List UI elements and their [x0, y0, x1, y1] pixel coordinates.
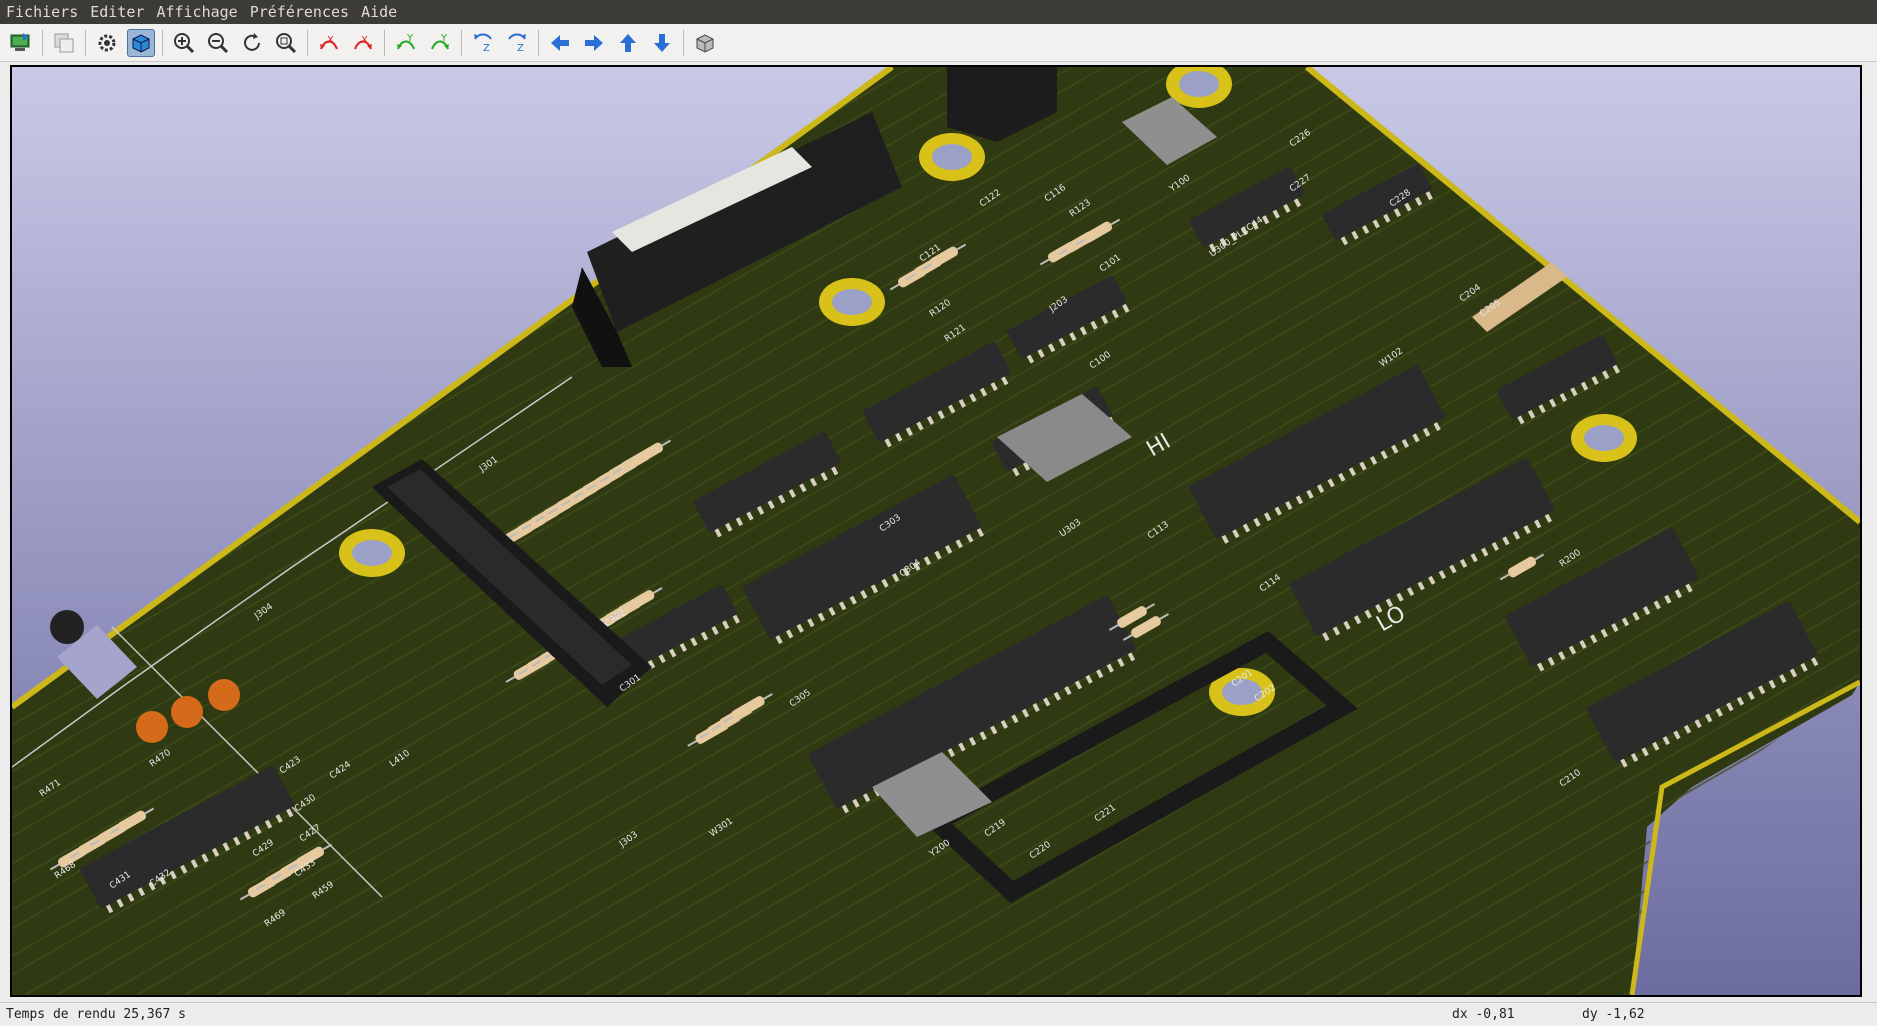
mounting-hole: [919, 133, 985, 181]
toolbar-separator: [42, 29, 43, 56]
redraw-icon[interactable]: [238, 29, 266, 57]
mounting-hole: [339, 529, 405, 577]
rotate-y-ccw-icon[interactable]: Y: [426, 29, 454, 57]
rotate-x-ccw-icon[interactable]: X: [349, 29, 377, 57]
dy-status: dy -1,62: [1582, 1007, 1645, 1022]
svg-text:Z: Z: [483, 43, 490, 54]
menu-fichiers[interactable]: Fichiers: [0, 3, 84, 21]
render-time-status: Temps de rendu 25,367 s: [6, 1007, 187, 1022]
toolbar-separator: [538, 29, 539, 56]
pcb-render: J203J304U303U300_PLCC44HILOY100Y200W102W…: [12, 67, 1860, 995]
toolbar: X X Y Y Z Z: [0, 24, 1877, 62]
menu-preferences[interactable]: Préférences: [244, 3, 355, 21]
dx-status: dx -0,81: [1452, 1007, 1515, 1022]
capacitor: [136, 711, 168, 743]
menu-editer[interactable]: Editer: [84, 3, 150, 21]
move-left-icon[interactable]: [546, 29, 574, 57]
status-bar: Temps de rendu 25,367 s dx -0,81 dy -1,6…: [0, 1002, 1877, 1026]
3d-viewport[interactable]: J203 J304 U303 U300_PLCC44 HI LO Y100 Y200 W102 W…: [10, 65, 1862, 997]
copy-image-icon[interactable]: [50, 29, 78, 57]
toolbar-separator: [162, 29, 163, 56]
capacitor: [171, 696, 203, 728]
svg-text:X: X: [327, 35, 334, 46]
svg-text:X: X: [361, 35, 368, 46]
rotate-x-cw-icon[interactable]: X: [315, 29, 343, 57]
toolbar-separator: [384, 29, 385, 56]
zoom-fit-icon[interactable]: [272, 29, 300, 57]
toolbar-separator: [683, 29, 684, 56]
raytracing-toggle-icon[interactable]: [127, 28, 155, 57]
mounting-hole: [1571, 414, 1637, 462]
mounting-hole: [819, 278, 885, 326]
ortho-view-icon[interactable]: [691, 29, 719, 57]
zoom-in-icon[interactable]: [170, 29, 198, 57]
capacitor: [208, 679, 240, 711]
zoom-out-icon[interactable]: [204, 29, 232, 57]
menu-bar: Fichiers Editer Affichage Préférences Ai…: [0, 0, 1877, 24]
toolbar-separator: [85, 29, 86, 56]
reload-board-icon[interactable]: [7, 29, 35, 57]
menu-aide[interactable]: Aide: [355, 3, 403, 21]
svg-text:Z: Z: [517, 43, 524, 54]
transistor: [50, 610, 84, 644]
rotate-z-cw-icon[interactable]: Z: [469, 29, 497, 57]
move-right-icon[interactable]: [580, 29, 608, 57]
rotate-y-cw-icon[interactable]: Y: [392, 29, 420, 57]
toolbar-separator: [461, 29, 462, 56]
menu-affichage[interactable]: Affichage: [150, 3, 243, 21]
toolbar-separator: [307, 29, 308, 56]
move-down-icon[interactable]: [648, 29, 676, 57]
settings-gear-icon[interactable]: [93, 29, 121, 57]
rotate-z-ccw-icon[interactable]: Z: [503, 29, 531, 57]
move-up-icon[interactable]: [614, 29, 642, 57]
